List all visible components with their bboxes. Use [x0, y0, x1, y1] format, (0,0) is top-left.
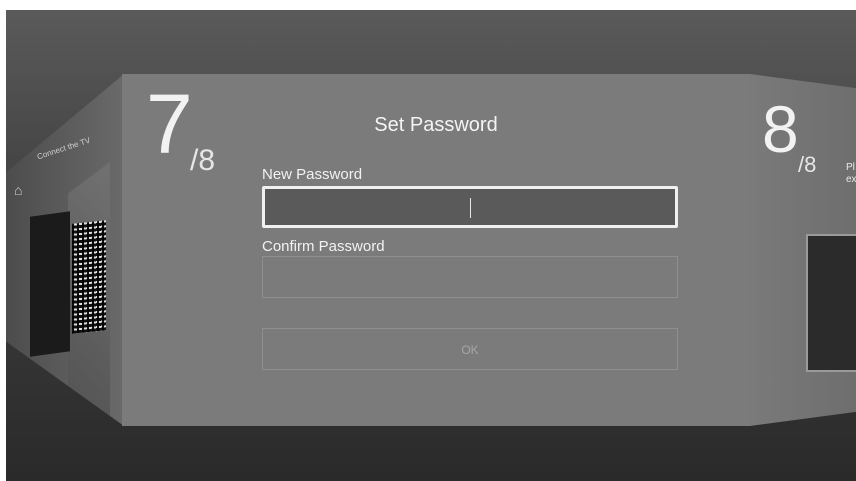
text-caret [470, 198, 471, 218]
next-step-total: /8 [798, 152, 817, 177]
new-password-field[interactable] [262, 186, 678, 228]
step-total: /8 [190, 144, 216, 177]
page-title: Set Password [374, 114, 498, 136]
qr-code [72, 220, 106, 334]
confirm-password-label: Confirm Password [262, 238, 385, 255]
new-password-label: New Password [262, 166, 363, 183]
tv-image [30, 211, 70, 357]
confirm-password-field[interactable] [262, 256, 678, 298]
next-step-preview [806, 234, 856, 372]
setup-carousel: Connect the TV ⌂ 7 /8 Set Password New P… [6, 10, 856, 481]
ok-button[interactable]: OK [262, 328, 678, 370]
next-step-hint: Pl ex [846, 162, 856, 185]
previous-step-title: Connect the TV [35, 135, 92, 162]
previous-step-panel: Connect the TV ⌂ [6, 74, 124, 426]
next-step-panel: 8 /8 Pl ex [750, 74, 856, 426]
connect-icon: ⌂ [14, 182, 23, 198]
set-password-panel: 7 /8 Set Password New Password Confirm P… [122, 74, 750, 426]
next-step-number: 8 [762, 92, 799, 166]
